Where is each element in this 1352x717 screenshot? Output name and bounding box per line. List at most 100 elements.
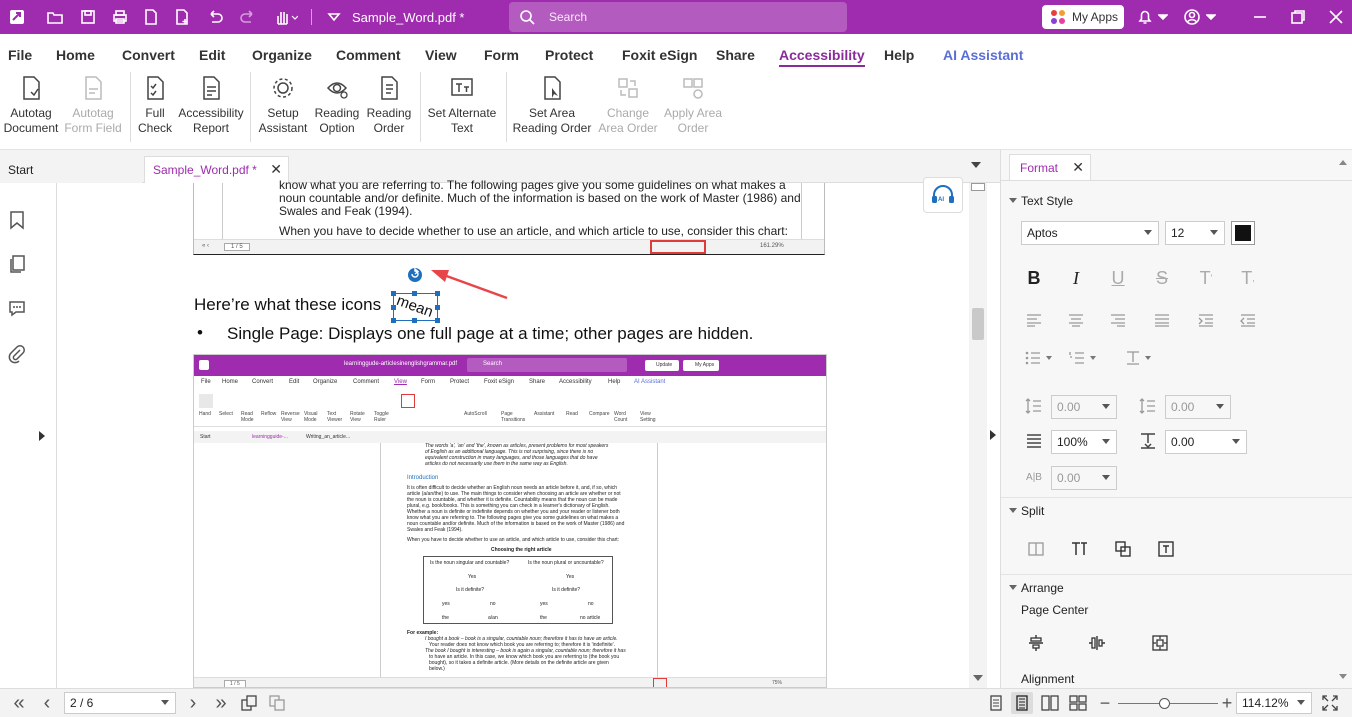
app-logo-icon[interactable]	[6, 6, 28, 28]
section-text-style[interactable]: Text Style	[1008, 194, 1073, 208]
change-area-order-button[interactable]: Change Area Order	[597, 74, 659, 136]
bookmark-icon[interactable]	[6, 209, 28, 231]
autotag-document-button[interactable]: Autotag Document	[2, 74, 60, 136]
superscript-icon[interactable]: T '	[1195, 267, 1217, 289]
panel-scrollbar[interactable]	[1338, 154, 1348, 684]
scale-select[interactable]: 0.00	[1051, 466, 1117, 490]
restore-icon[interactable]	[1287, 6, 1309, 28]
numbered-list-icon[interactable]	[1067, 347, 1101, 369]
view-continuous-facing-icon[interactable]	[1067, 692, 1089, 714]
scroll-down-icon[interactable]	[973, 675, 983, 681]
underline-icon[interactable]: U	[1107, 267, 1129, 289]
resize-handle[interactable]	[412, 318, 417, 323]
center-vertical-icon[interactable]	[1086, 632, 1108, 654]
page-number-input[interactable]: 2 / 6	[64, 692, 176, 714]
split-text-icon[interactable]	[1068, 538, 1090, 560]
line-spacing-select[interactable]: 100%	[1051, 430, 1117, 454]
bullet-list-icon[interactable]	[1023, 347, 1057, 369]
resize-handle[interactable]	[435, 305, 440, 310]
subscript-icon[interactable]: T,	[1237, 267, 1259, 289]
new-doc-icon[interactable]	[140, 6, 162, 28]
save-icon[interactable]	[77, 6, 99, 28]
section-split[interactable]: Split	[1008, 504, 1044, 518]
split-columns-icon[interactable]	[1025, 538, 1047, 560]
next-page-icon[interactable]: ›	[182, 692, 204, 714]
ai-assistant-float-button[interactable]: AI	[923, 177, 963, 213]
vertical-scrollbar[interactable]	[969, 183, 987, 688]
setup-assistant-button[interactable]: Setup Assistant	[255, 74, 311, 136]
last-page-icon[interactable]: »	[210, 692, 232, 714]
menu-ai-assistant[interactable]: AI Assistant	[943, 47, 1023, 63]
rotate-handle-icon[interactable]	[405, 265, 425, 285]
create-icon[interactable]	[171, 6, 193, 28]
attachment-icon[interactable]	[6, 343, 28, 365]
first-page-icon[interactable]: «	[8, 692, 30, 714]
resize-handle[interactable]	[391, 318, 396, 323]
line-spacing-icon[interactable]	[1023, 430, 1045, 452]
view-single-page-icon[interactable]	[985, 692, 1007, 714]
set-area-reading-order-button[interactable]: Set Area Reading Order	[510, 74, 594, 136]
center-both-icon[interactable]	[1149, 632, 1171, 654]
apply-area-order-button[interactable]: Apply Area Order	[662, 74, 724, 136]
fullscreen-icon[interactable]	[1319, 692, 1341, 714]
previous-view-icon[interactable]	[238, 692, 260, 714]
chevron-down-icon[interactable]	[1157, 6, 1169, 28]
redo-icon[interactable]	[237, 6, 259, 28]
scroll-down-icon[interactable]	[1339, 674, 1347, 679]
align-left-icon[interactable]	[1023, 309, 1045, 331]
font-family-select[interactable]: Aptos	[1021, 221, 1159, 245]
menu-comment[interactable]: Comment	[336, 47, 401, 63]
print-icon[interactable]	[109, 6, 131, 28]
close-panel-icon[interactable]: ✕	[1072, 159, 1084, 176]
expand-panel-icon[interactable]	[39, 431, 45, 441]
hand-tool-icon[interactable]	[270, 6, 300, 28]
menu-organize[interactable]: Organize	[252, 47, 312, 63]
full-check-button[interactable]: Full Check	[135, 74, 175, 136]
menu-foxit-esign[interactable]: Foxit eSign	[622, 47, 697, 63]
undo-icon[interactable]	[204, 6, 226, 28]
outdent-icon[interactable]	[1237, 309, 1259, 331]
reading-order-button[interactable]: Reading Order	[363, 74, 415, 136]
zoom-level-select[interactable]: 114.12%	[1236, 692, 1312, 714]
close-tab-icon[interactable]: ✕	[270, 161, 282, 178]
section-arrange[interactable]: Arrange	[1009, 581, 1064, 595]
menu-view[interactable]: View	[425, 47, 457, 63]
zoom-slider-thumb[interactable]	[1159, 698, 1170, 709]
menu-form[interactable]: Form	[484, 47, 519, 63]
word-spacing-select[interactable]: 0.00	[1165, 395, 1231, 419]
accessibility-report-button[interactable]: Accessibility Report	[176, 74, 246, 136]
minimize-icon[interactable]	[1249, 6, 1271, 28]
next-view-icon[interactable]	[266, 692, 288, 714]
open-folder-icon[interactable]	[44, 6, 66, 28]
split-box-icon[interactable]	[1112, 538, 1134, 560]
scale-icon[interactable]: A|B	[1023, 466, 1045, 488]
font-size-select[interactable]: 12	[1165, 221, 1225, 245]
split-frame-icon[interactable]	[1155, 538, 1177, 560]
menu-accessibility[interactable]: Accessibility	[779, 47, 865, 67]
font-color-swatch[interactable]	[1231, 221, 1255, 245]
justify-icon[interactable]	[1151, 309, 1173, 331]
pages-icon[interactable]	[6, 253, 28, 275]
view-continuous-icon[interactable]	[1011, 692, 1033, 714]
tab-format[interactable]: Format ✕	[1009, 154, 1091, 180]
reading-option-button[interactable]: Reading Option	[311, 74, 363, 136]
chevron-down-icon[interactable]	[1205, 6, 1217, 28]
my-apps-button[interactable]: My Apps	[1042, 5, 1124, 29]
collapse-right-panel-icon[interactable]	[990, 430, 996, 440]
tab-start[interactable]: Start	[0, 156, 142, 183]
char-spacing-select[interactable]: 0.00	[1051, 395, 1117, 419]
align-right-icon[interactable]	[1107, 309, 1129, 331]
resize-handle[interactable]	[435, 318, 440, 323]
paragraph-spacing-select[interactable]: 0.00	[1165, 430, 1247, 454]
word-spacing-icon[interactable]	[1137, 395, 1159, 417]
menu-protect[interactable]: Protect	[545, 47, 593, 63]
menu-share[interactable]: Share	[716, 47, 755, 63]
scrollbar-thumb[interactable]	[972, 308, 984, 340]
resize-handle[interactable]	[391, 291, 396, 296]
resize-handle[interactable]	[412, 291, 417, 296]
italic-icon[interactable]: I	[1065, 267, 1087, 289]
strikethrough-icon[interactable]: S	[1151, 267, 1173, 289]
resize-handle[interactable]	[435, 291, 440, 296]
set-alternate-text-button[interactable]: Set Alternate Text	[424, 74, 500, 136]
selected-text-box[interactable]: mean	[391, 291, 440, 323]
